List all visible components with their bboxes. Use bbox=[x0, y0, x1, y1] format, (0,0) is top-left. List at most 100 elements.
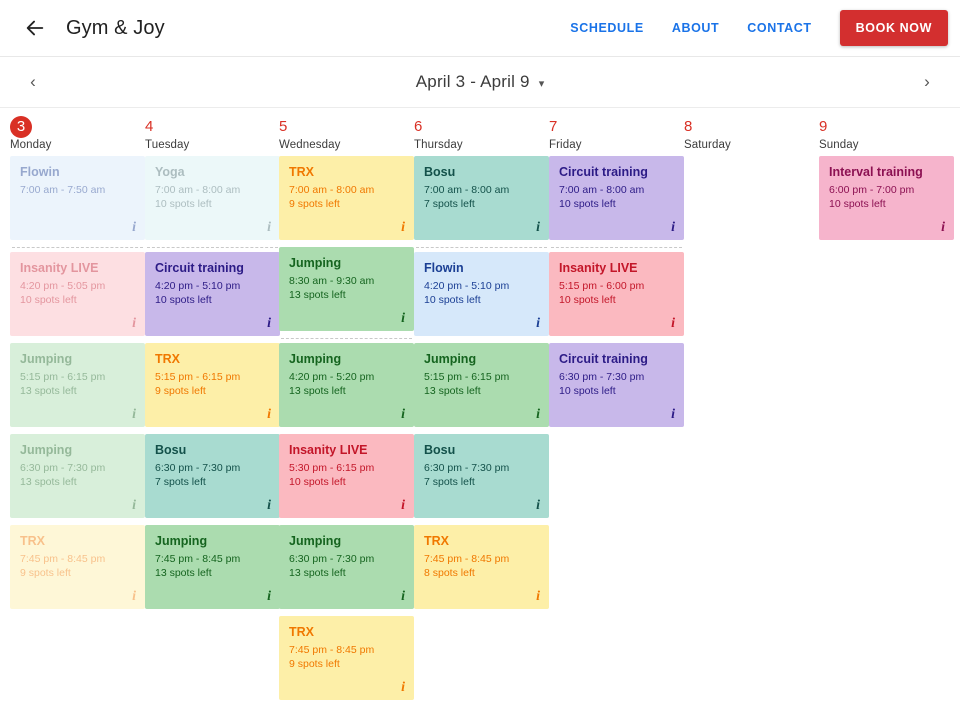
class-time: 6:30 pm - 7:30 pm bbox=[424, 462, 510, 474]
info-icon[interactable]: i bbox=[401, 589, 405, 605]
day-name: Saturday bbox=[684, 139, 731, 151]
class-spots-left: 13 spots left bbox=[20, 475, 77, 488]
class-card[interactable]: Jumping 6:30 pm - 7:30 pm 13 spots left i bbox=[10, 434, 145, 518]
class-title: Jumping bbox=[424, 352, 477, 366]
info-icon[interactable]: i bbox=[401, 311, 405, 327]
info-icon[interactable]: i bbox=[401, 220, 405, 236]
book-now-button[interactable]: BOOK NOW bbox=[839, 10, 948, 46]
class-card[interactable]: Jumping 6:30 pm - 7:30 pm 13 spots left i bbox=[279, 525, 414, 609]
day-name: Tuesday bbox=[145, 139, 190, 151]
info-icon[interactable]: i bbox=[671, 316, 675, 332]
nav-link-contact[interactable]: CONTACT bbox=[733, 11, 825, 45]
class-card[interactable]: Jumping 4:20 pm - 5:20 pm 13 spots left i bbox=[279, 343, 414, 427]
day-column-tuesday: 4 Tuesday Yoga 7:00 am - 8:00 am 10 spots le… bbox=[145, 108, 280, 616]
day-number: 4 bbox=[145, 118, 154, 135]
class-card[interactable]: Flowin 4:20 pm - 5:10 pm 10 spots left i bbox=[414, 252, 549, 336]
class-time: 6:30 pm - 7:30 pm bbox=[20, 462, 106, 474]
class-card[interactable]: Insanity LIVE 5:15 pm - 6:00 pm 10 spots l… bbox=[549, 252, 684, 336]
day-column-monday: 3 Monday Flowin 7:00 am - 7:50 am i Insanity … bbox=[10, 108, 145, 616]
class-card[interactable]: Circuit training 4:20 pm - 5:10 pm 10 spot… bbox=[145, 252, 280, 336]
class-spots-left: 9 spots left bbox=[289, 657, 340, 670]
class-card[interactable]: TRX 7:00 am - 8:00 am 9 spots left i bbox=[279, 156, 414, 240]
day-header: 6 Thursday bbox=[414, 108, 549, 156]
info-icon[interactable]: i bbox=[267, 220, 271, 236]
top-nav: SCHEDULE ABOUT CONTACT BOOK NOW bbox=[556, 10, 948, 46]
info-icon[interactable]: i bbox=[401, 498, 405, 514]
class-card[interactable]: TRX 7:45 pm - 8:45 pm 8 spots left i bbox=[414, 525, 549, 609]
class-title: Circuit training bbox=[559, 165, 648, 179]
info-icon[interactable]: i bbox=[671, 407, 675, 423]
class-time: 7:45 pm - 8:45 pm bbox=[289, 644, 375, 656]
day-name: Wednesday bbox=[279, 139, 341, 151]
class-card[interactable]: Insanity LIVE 5:30 pm - 6:15 pm 10 spots l… bbox=[279, 434, 414, 518]
class-title: Bosu bbox=[424, 443, 456, 457]
class-title: Yoga bbox=[155, 165, 185, 179]
nav-link-about[interactable]: ABOUT bbox=[658, 11, 733, 45]
info-icon[interactable]: i bbox=[132, 589, 136, 605]
day-column-saturday: 8 Saturday bbox=[684, 108, 819, 156]
class-spots-left: 13 spots left bbox=[289, 384, 346, 397]
class-time: 6:30 pm - 7:30 pm bbox=[559, 371, 645, 383]
class-card[interactable]: Yoga 7:00 am - 8:00 am 10 spots left i bbox=[145, 156, 280, 240]
info-icon[interactable]: i bbox=[267, 407, 271, 423]
info-icon[interactable]: i bbox=[267, 316, 271, 332]
class-card[interactable]: Jumping 5:15 pm - 6:15 pm 13 spots left i bbox=[414, 343, 549, 427]
info-icon[interactable]: i bbox=[536, 220, 540, 236]
info-icon[interactable]: i bbox=[132, 220, 136, 236]
info-icon[interactable]: i bbox=[536, 316, 540, 332]
class-spots-left: 10 spots left bbox=[424, 293, 481, 306]
class-card[interactable]: Jumping 8:30 am - 9:30 am 13 spots left i bbox=[279, 247, 414, 331]
class-spots-left: 13 spots left bbox=[289, 288, 346, 301]
class-spots-left: 7 spots left bbox=[424, 197, 475, 210]
day-class-list: Bosu 7:00 am - 8:00 am 7 spots left i Flowin… bbox=[414, 156, 549, 609]
class-card[interactable]: Circuit training 6:30 pm - 7:30 pm 10 spot… bbox=[549, 343, 684, 427]
info-icon[interactable]: i bbox=[671, 220, 675, 236]
class-title: Jumping bbox=[20, 352, 73, 366]
info-icon[interactable]: i bbox=[536, 407, 540, 423]
info-icon[interactable]: i bbox=[401, 680, 405, 696]
class-title: TRX bbox=[424, 534, 449, 548]
class-card[interactable]: TRX 5:15 pm - 6:15 pm 9 spots left i bbox=[145, 343, 280, 427]
info-icon[interactable]: i bbox=[941, 220, 945, 236]
day-column-friday: 7 Friday Circuit training 7:00 am - 8:00 am… bbox=[549, 108, 684, 434]
info-icon[interactable]: i bbox=[267, 589, 271, 605]
info-icon[interactable]: i bbox=[401, 407, 405, 423]
day-header: 4 Tuesday bbox=[145, 108, 280, 156]
info-icon[interactable]: i bbox=[536, 498, 540, 514]
class-card[interactable]: Interval training 6:00 pm - 7:00 pm 10 spo… bbox=[819, 156, 954, 240]
day-name: Friday bbox=[549, 139, 582, 151]
class-card[interactable]: Flowin 7:00 am - 7:50 am i bbox=[10, 156, 145, 240]
nav-link-schedule[interactable]: SCHEDULE bbox=[556, 11, 658, 45]
class-time: 4:20 pm - 5:10 pm bbox=[424, 280, 510, 292]
info-icon[interactable]: i bbox=[536, 589, 540, 605]
app-bar: Gym & Joy SCHEDULE ABOUT CONTACT BOOK NO… bbox=[0, 0, 960, 57]
next-week-icon[interactable]: › bbox=[914, 67, 940, 97]
back-arrow-icon[interactable] bbox=[18, 11, 52, 45]
class-time: 5:15 pm - 6:15 pm bbox=[155, 371, 241, 383]
class-spots-left: 9 spots left bbox=[289, 197, 340, 210]
class-card[interactable]: Jumping 7:45 pm - 8:45 pm 13 spots left i bbox=[145, 525, 280, 609]
day-header: 8 Saturday bbox=[684, 108, 819, 156]
class-card[interactable]: Circuit training 7:00 am - 8:00 am 10 spot… bbox=[549, 156, 684, 240]
class-card[interactable]: Bosu 6:30 pm - 7:30 pm 7 spots left i bbox=[414, 434, 549, 518]
class-time: 6:30 pm - 7:30 pm bbox=[289, 553, 375, 565]
class-spots-left: 13 spots left bbox=[289, 566, 346, 579]
class-time: 6:30 pm - 7:30 pm bbox=[155, 462, 241, 474]
class-card[interactable]: Bosu 7:00 am - 8:00 am 7 spots left i bbox=[414, 156, 549, 240]
day-number: 9 bbox=[819, 118, 828, 135]
day-number: 7 bbox=[549, 118, 558, 135]
day-name: Monday bbox=[10, 139, 52, 151]
info-icon[interactable]: i bbox=[132, 407, 136, 423]
class-card[interactable]: TRX 7:45 pm - 8:45 pm 9 spots left i bbox=[279, 616, 414, 700]
class-card[interactable]: Bosu 6:30 pm - 7:30 pm 7 spots left i bbox=[145, 434, 280, 518]
previous-week-icon[interactable]: ‹ bbox=[20, 67, 46, 97]
info-icon[interactable]: i bbox=[132, 498, 136, 514]
class-card[interactable]: TRX 7:45 pm - 8:45 pm 9 spots left i bbox=[10, 525, 145, 609]
class-card[interactable]: Insanity LIVE 4:20 pm - 5:05 pm 10 spots l… bbox=[10, 252, 145, 336]
week-range-selector[interactable]: April 3 - April 9 ▾ bbox=[46, 72, 914, 92]
chevron-down-icon[interactable]: ▾ bbox=[539, 77, 545, 90]
class-card[interactable]: Jumping 5:15 pm - 6:15 pm 13 spots left i bbox=[10, 343, 145, 427]
info-icon[interactable]: i bbox=[267, 498, 271, 514]
info-icon[interactable]: i bbox=[132, 316, 136, 332]
class-spots-left: 10 spots left bbox=[155, 197, 212, 210]
